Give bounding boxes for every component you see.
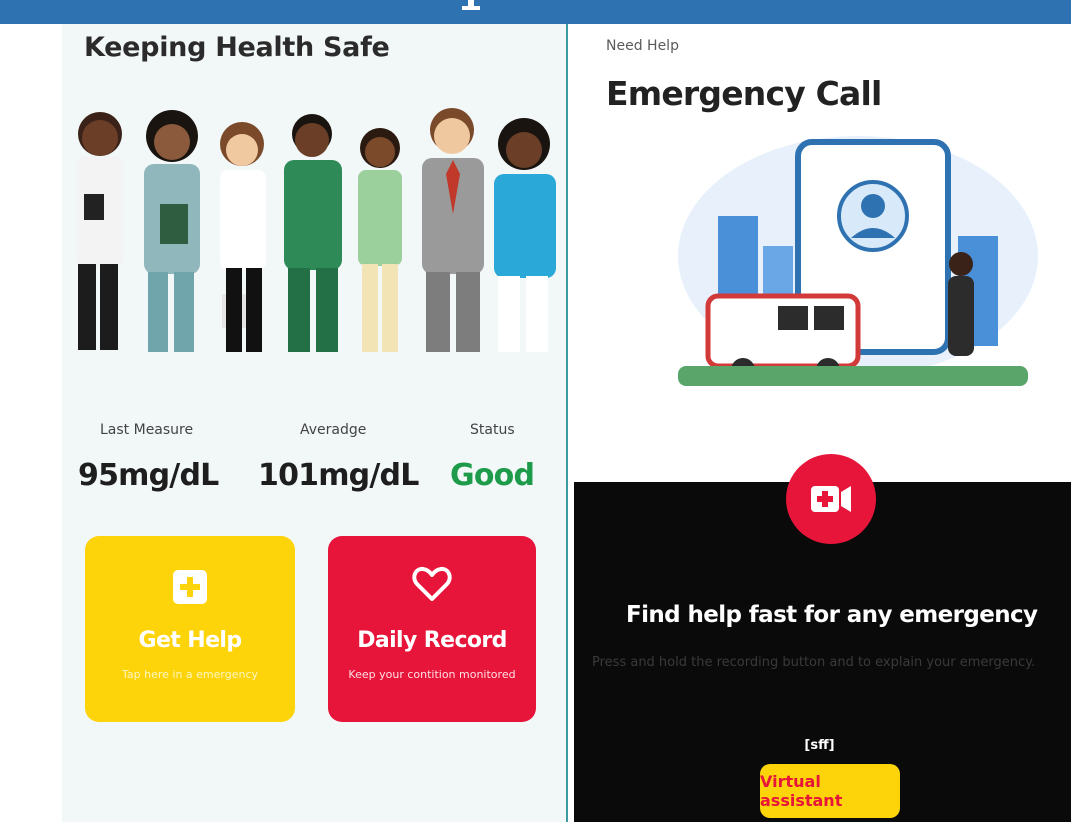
emergency-call-screen: Need Help Emergency Call Find help fast … [568, 24, 1071, 822]
daily-record-title: Daily Record [357, 628, 507, 653]
daily-record-card[interactable]: Daily Record Keep your contition monitor… [328, 536, 536, 722]
headline: Find help fast for any emergency [626, 602, 1038, 628]
get-help-title: Get Help [138, 628, 243, 653]
page-title: Keeping Health Safe [84, 32, 390, 63]
stat-label-last-measure: Last Measure [100, 422, 194, 438]
stat-value-last-measure: 95mg/dL [78, 458, 219, 493]
health-dashboard-screen: Keeping Health Safe Last Measure Averadg… [62, 24, 567, 822]
stat-label-average: Averadge [300, 422, 367, 438]
stat-value-status: Good [450, 458, 535, 493]
page-title: Emergency Call [606, 74, 882, 113]
record-video-button[interactable] [786, 454, 876, 544]
heart-icon [412, 566, 452, 601]
top-banner [0, 0, 1071, 24]
virtual-assistant-button[interactable]: Virtual assistant [760, 764, 900, 818]
video-plus-icon [811, 486, 851, 512]
emergency-call-illustration [678, 136, 1038, 386]
plus-icon [173, 570, 207, 604]
medical-staff-illustration [76, 108, 556, 352]
daily-record-subtitle: Keep your contition monitored [348, 668, 516, 681]
bracket-label: [sff] [804, 738, 835, 753]
get-help-card[interactable]: Get Help Tap here in a emergency [85, 536, 295, 722]
stat-label-status: Status [470, 422, 515, 438]
banner-glyph-icon [462, 0, 480, 10]
overline-label: Need Help [606, 38, 679, 54]
get-help-subtitle: Tap here in a emergency [121, 668, 259, 681]
stat-value-average: 101mg/dL [258, 458, 419, 493]
description: Press and hold the recording button and … [592, 655, 1036, 670]
